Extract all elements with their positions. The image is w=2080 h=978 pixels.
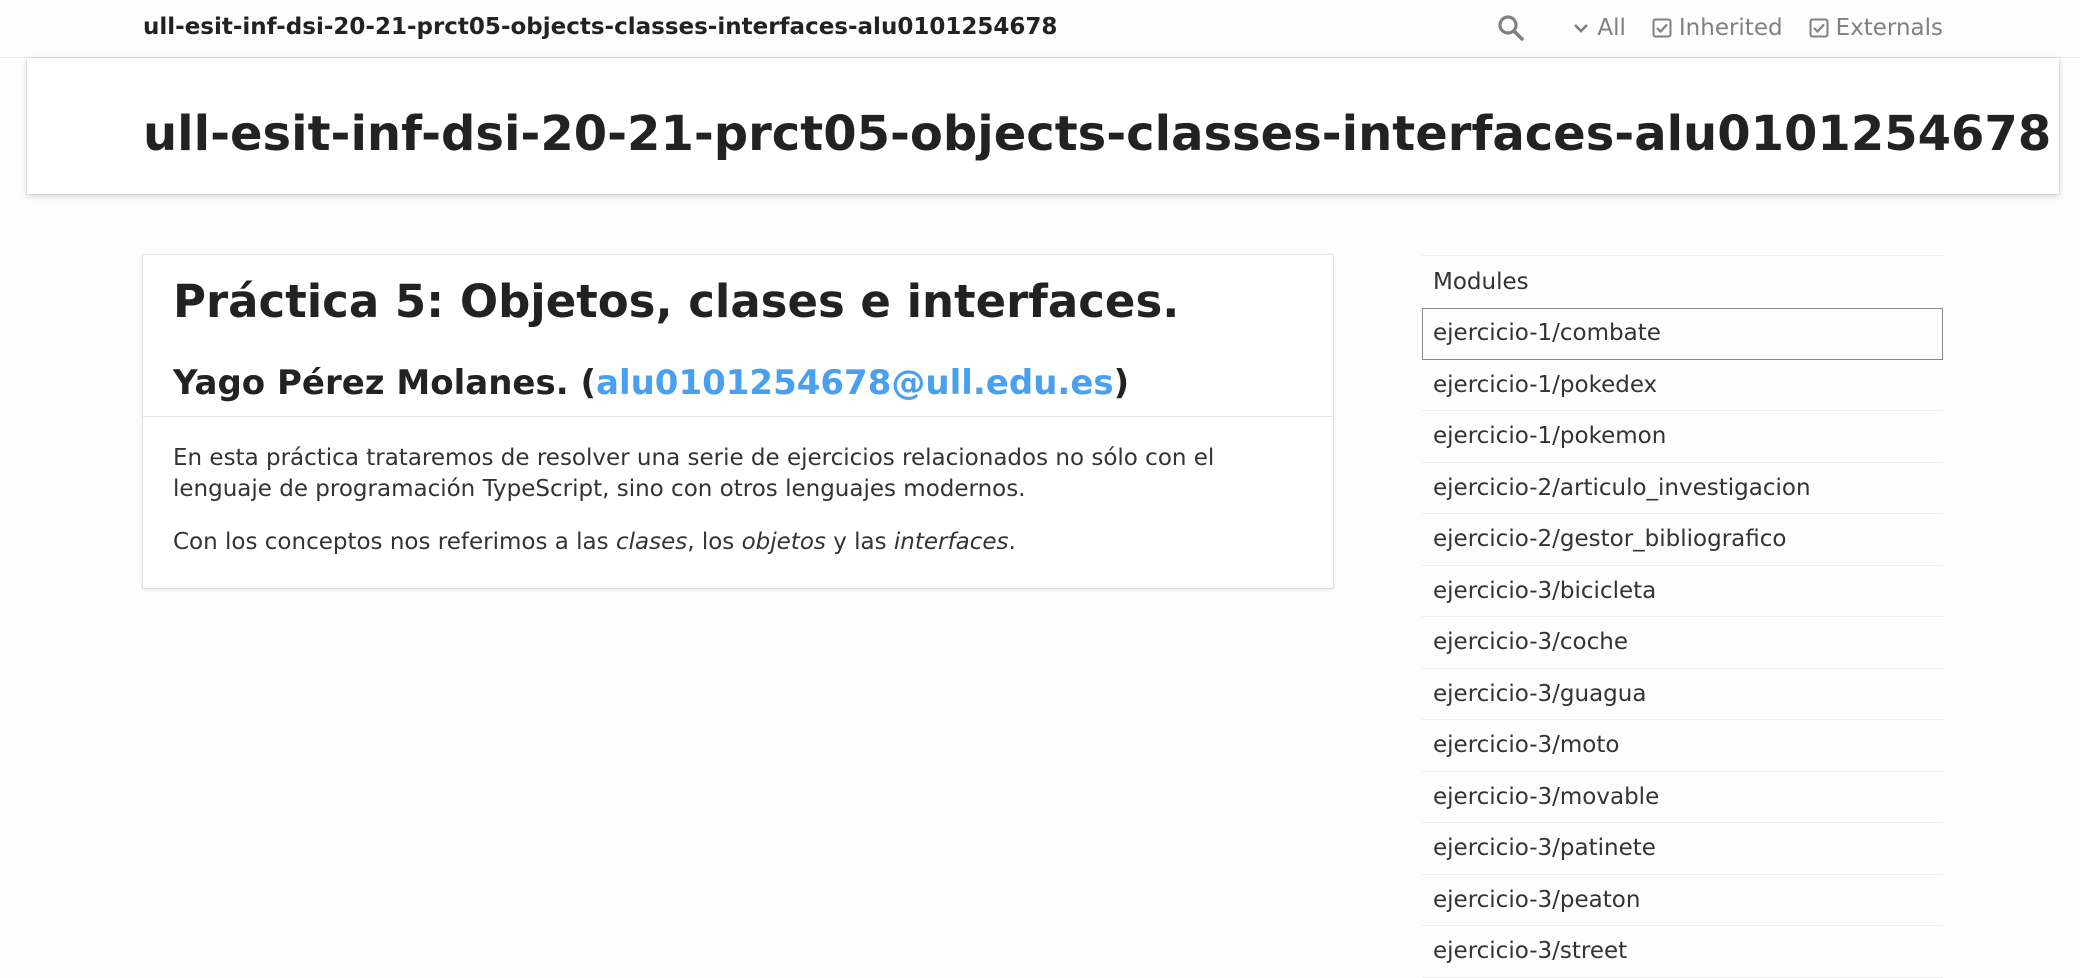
readme-heading: Práctica 5: Objetos, clases e interfaces… — [173, 275, 1180, 328]
sidebar-item-ejercicio-1-pokemon[interactable]: ejercicio-1/pokemon — [1422, 411, 1943, 463]
emphasis-classes: clases — [615, 529, 688, 555]
toolbar-controls: All Inherited Externals — [1496, 12, 1943, 44]
checkbox-checked-icon — [1809, 18, 1829, 38]
sidebar-item-ejercicio-3-moto[interactable]: ejercicio-3/moto — [1422, 720, 1943, 772]
readme-author-heading: Yago Pérez Molanes. (alu0101254678@ull.e… — [173, 363, 1129, 403]
toolbar: ull-esit-inf-dsi-20-21-prct05-objects-cl… — [0, 0, 2080, 58]
sidebar-item-ejercicio-3-bicicleta[interactable]: ejercicio-3/bicicleta — [1422, 566, 1943, 617]
filter-all-label: All — [1597, 15, 1626, 41]
sidebar-item-ejercicio-1-combate[interactable]: ejercicio-1/combate — [1422, 308, 1943, 360]
sidebar-item-ejercicio-2-articulo-investigacion[interactable]: ejercicio-2/articulo_investigacion — [1422, 463, 1943, 514]
search-icon[interactable] — [1496, 13, 1526, 43]
page-title: ull-esit-inf-dsi-20-21-prct05-objects-cl… — [143, 106, 2052, 162]
author-suffix: ) — [1113, 363, 1130, 403]
sidebar-item-ejercicio-3-movable[interactable]: ejercicio-3/movable — [1422, 772, 1943, 823]
text-span: Con los conceptos nos referimos a las — [173, 529, 616, 555]
sidebar-item-ejercicio-3-street[interactable]: ejercicio-3/street — [1422, 926, 1943, 978]
checkbox-checked-icon — [1652, 18, 1672, 38]
author-email-link[interactable]: alu0101254678@ull.edu.es — [596, 363, 1114, 403]
author-name: Yago Pérez Molanes. ( — [173, 363, 596, 403]
sidebar-item-ejercicio-3-patinete[interactable]: ejercicio-3/patinete — [1422, 823, 1943, 875]
title-panel: ull-esit-inf-dsi-20-21-prct05-objects-cl… — [27, 58, 2059, 194]
sidebar-item-ejercicio-3-guagua[interactable]: ejercicio-3/guagua — [1422, 669, 1943, 720]
emphasis-interfaces: interfaces — [893, 529, 1009, 555]
readme-card: Práctica 5: Objetos, clases e interfaces… — [143, 255, 1333, 588]
filter-visibility-select[interactable]: All — [1572, 15, 1626, 41]
readme-divider — [143, 416, 1333, 417]
filter-externals-checkbox[interactable]: Externals — [1809, 15, 1943, 41]
filter-externals-label: Externals — [1835, 15, 1943, 41]
readme-paragraph-intro: En esta práctica trataremos de resolver … — [173, 445, 1215, 502]
filter-inherited-checkbox[interactable]: Inherited — [1652, 15, 1783, 41]
text-span: . — [1008, 529, 1016, 555]
modules-sidebar: Modules ejercicio-1/combate ejercicio-1/… — [1422, 255, 1943, 978]
chevron-down-icon — [1574, 24, 1589, 33]
sidebar-heading[interactable]: Modules — [1422, 256, 1943, 308]
text-span: , los — [687, 529, 742, 555]
sidebar-item-ejercicio-3-peaton[interactable]: ejercicio-3/peaton — [1422, 875, 1943, 926]
sidebar-item-ejercicio-1-pokedex[interactable]: ejercicio-1/pokedex — [1422, 360, 1943, 411]
sidebar-item-ejercicio-3-coche[interactable]: ejercicio-3/coche — [1422, 617, 1943, 669]
emphasis-objects: objetos — [741, 529, 826, 555]
sidebar-item-ejercicio-2-gestor-bibliografico[interactable]: ejercicio-2/gestor_bibliografico — [1422, 514, 1943, 566]
text-span: y las — [825, 529, 894, 555]
readme-paragraph-concepts: Con los conceptos nos referimos a las cl… — [173, 527, 1303, 558]
toolbar-title-link[interactable]: ull-esit-inf-dsi-20-21-prct05-objects-cl… — [143, 14, 1057, 40]
filter-inherited-label: Inherited — [1678, 15, 1783, 41]
